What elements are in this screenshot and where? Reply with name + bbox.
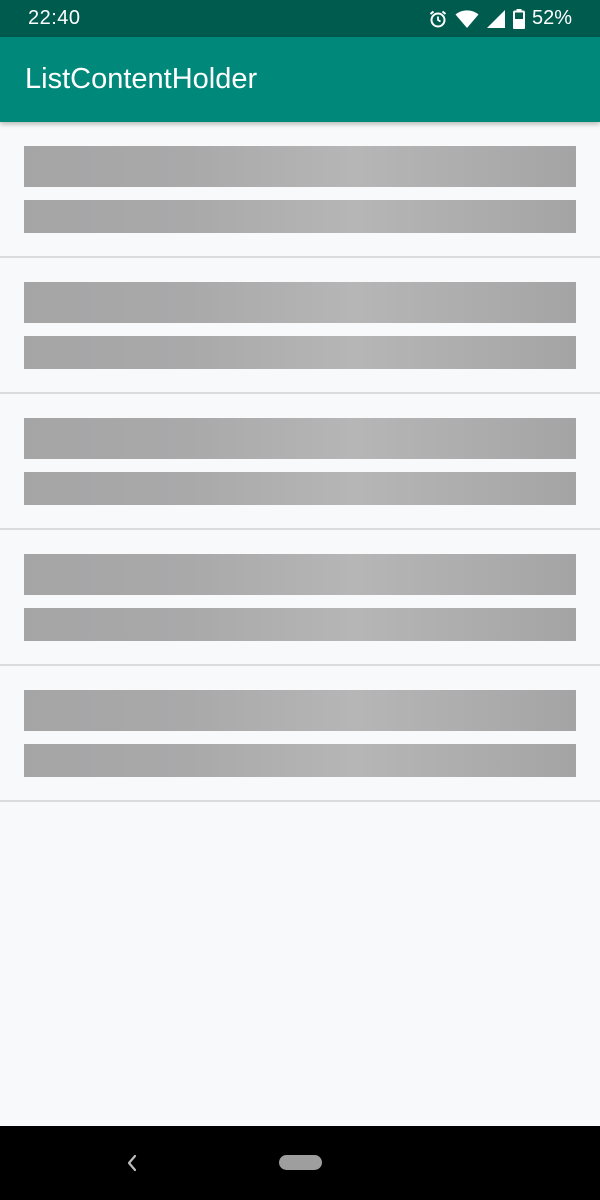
skeleton-subtitle-line [24, 336, 576, 369]
list-item[interactable] [0, 530, 600, 666]
home-pill-icon[interactable] [279, 1155, 322, 1170]
skeleton-title-line [24, 690, 576, 731]
battery-percent: 52% [531, 7, 572, 29]
skeleton-subtitle-line [24, 472, 576, 505]
skeleton-title-line [24, 282, 576, 323]
cellular-signal-icon [486, 9, 506, 29]
battery-icon [512, 8, 525, 29]
skeleton-subtitle-line [24, 608, 576, 641]
app-bar: ListContentHolder [0, 37, 600, 122]
list-item[interactable] [0, 394, 600, 530]
back-icon[interactable] [124, 1153, 142, 1173]
navigation-bar [0, 1126, 600, 1200]
skeleton-title-line [24, 418, 576, 459]
skeleton-subtitle-line [24, 200, 576, 233]
alarm-icon [428, 9, 448, 29]
page-title: ListContentHolder [25, 63, 258, 95]
list-item[interactable] [0, 258, 600, 394]
status-time: 22:40 [28, 7, 81, 29]
status-icons: 52% [428, 7, 572, 30]
skeleton-title-line [24, 146, 576, 187]
status-bar: 22:40 52% [0, 0, 600, 37]
skeleton-title-line [24, 554, 576, 595]
list-item[interactable] [0, 122, 600, 258]
wifi-icon [455, 9, 479, 29]
list-item[interactable] [0, 666, 600, 802]
placeholder-list [0, 122, 600, 802]
skeleton-subtitle-line [24, 744, 576, 777]
